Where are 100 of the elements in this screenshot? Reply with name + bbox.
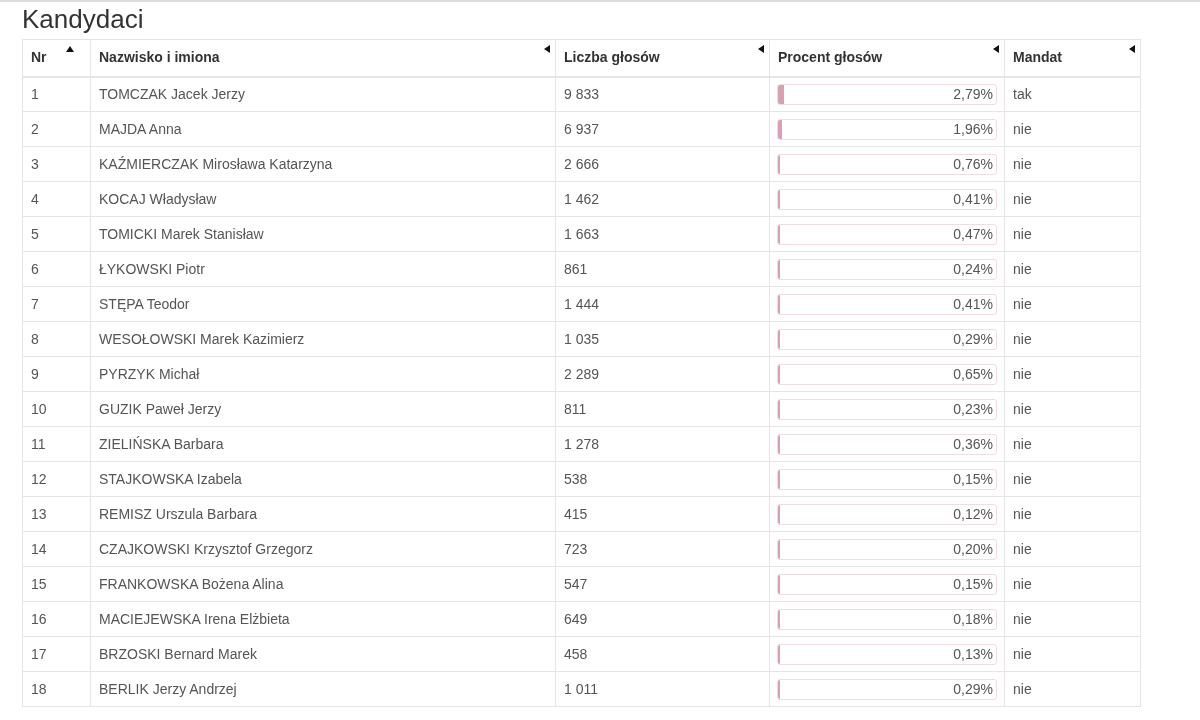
table-cell: tak <box>1004 76 1141 112</box>
table-cell: nie <box>1004 286 1141 322</box>
table-cell: 1 278 <box>555 426 770 462</box>
table-cell: WESOŁOWSKI Marek Kazimierz <box>90 321 556 357</box>
column-header[interactable]: Liczba głosów <box>555 39 770 77</box>
table-cell: 2 <box>22 111 91 147</box>
table-cell: 1 035 <box>555 321 770 357</box>
table-cell: STĘPA Teodor <box>90 286 556 322</box>
section-title: Kandydaci <box>22 4 144 34</box>
table-cell: 14 <box>22 531 91 567</box>
table-cell: 649 <box>555 601 770 637</box>
percent-value: 0,15% <box>953 574 993 594</box>
table-cell: 538 <box>555 461 770 497</box>
table-cell: nie <box>1004 251 1141 287</box>
table-cell: nie <box>1004 461 1141 497</box>
table-cell: TOMCZAK Jacek Jerzy <box>90 76 556 112</box>
table-cell: 1 663 <box>555 216 770 252</box>
table-cell: 2 666 <box>555 146 770 182</box>
table-cell: GUZIK Paweł Jerzy <box>90 391 556 427</box>
table-cell: nie <box>1004 216 1141 252</box>
table-cell: 5 <box>22 216 91 252</box>
sort-icon <box>1129 45 1135 53</box>
percent-value: 0,23% <box>953 399 993 419</box>
table-cell: 2 289 <box>555 356 770 392</box>
table-cell: CZAJKOWSKI Krzysztof Grzegorz <box>90 531 556 567</box>
table-cell: 1 <box>22 76 91 112</box>
percent-value: 0,65% <box>953 364 993 384</box>
table-cell: 16 <box>22 601 91 637</box>
table-cell: PYRZYK Michał <box>90 356 556 392</box>
table-cell: 3 <box>22 146 91 182</box>
table-cell: nie <box>1004 531 1141 567</box>
table-cell: 6 937 <box>555 111 770 147</box>
table-cell: 547 <box>555 566 770 602</box>
table-cell: ŁYKOWSKI Piotr <box>90 251 556 287</box>
percent-value: 0,41% <box>953 189 993 209</box>
column-header[interactable]: Procent głosów <box>769 39 1005 77</box>
table-cell: MAJDA Anna <box>90 111 556 147</box>
table-cell: 458 <box>555 636 770 672</box>
table-cell: 11 <box>22 426 91 462</box>
table-cell: 6 <box>22 251 91 287</box>
percent-value: 0,47% <box>953 224 993 244</box>
column-header[interactable]: Mandat <box>1004 39 1141 77</box>
table-cell: STAJKOWSKA Izabela <box>90 461 556 497</box>
percent-value: 0,13% <box>953 644 993 664</box>
table-cell: nie <box>1004 636 1141 672</box>
table-cell: nie <box>1004 111 1141 147</box>
table-cell: BRZOSKI Bernard Marek <box>90 636 556 672</box>
percent-value: 0,29% <box>953 679 993 699</box>
table-cell: 10 <box>22 391 91 427</box>
table-cell: 15 <box>22 566 91 602</box>
percent-value: 0,29% <box>953 329 993 349</box>
table-cell: 1 462 <box>555 181 770 217</box>
table-cell: 723 <box>555 531 770 567</box>
table-cell: nie <box>1004 601 1141 637</box>
table-cell: KOCAJ Władysław <box>90 181 556 217</box>
table-cell: 811 <box>555 391 770 427</box>
table-cell: 415 <box>555 496 770 532</box>
table-cell: ZIELIŃSKA Barbara <box>90 426 556 462</box>
sort-icon <box>758 45 764 53</box>
table-cell: 17 <box>22 636 91 672</box>
column-header[interactable]: Nr <box>22 39 91 77</box>
table-cell: TOMICKI Marek Stanisław <box>90 216 556 252</box>
table-cell: 9 833 <box>555 76 770 112</box>
table-cell: 18 <box>22 671 91 707</box>
table-cell: FRANKOWSKA Bożena Alina <box>90 566 556 602</box>
table-cell: 1 444 <box>555 286 770 322</box>
percent-value: 0,12% <box>953 504 993 524</box>
sort-ascending-icon <box>66 46 74 52</box>
table-cell: nie <box>1004 426 1141 462</box>
percent-value: 2,79% <box>953 84 993 104</box>
table-cell: MACIEJEWSKA Irena Elżbieta <box>90 601 556 637</box>
sort-icon <box>544 45 550 53</box>
percent-value: 0,41% <box>953 294 993 314</box>
table-cell: 12 <box>22 461 91 497</box>
table-cell: BERLIK Jerzy Andrzej <box>90 671 556 707</box>
percent-value: 0,15% <box>953 469 993 489</box>
percent-value: 0,18% <box>953 609 993 629</box>
table-cell: nie <box>1004 181 1141 217</box>
column-header[interactable]: Nazwisko i imiona <box>90 39 556 77</box>
sort-icon <box>993 45 999 53</box>
table-cell: nie <box>1004 391 1141 427</box>
table-cell: 7 <box>22 286 91 322</box>
table-cell: 9 <box>22 356 91 392</box>
percent-value: 0,36% <box>953 434 993 454</box>
table-cell: nie <box>1004 566 1141 602</box>
table-cell: nie <box>1004 321 1141 357</box>
percent-value: 0,20% <box>953 539 993 559</box>
percent-value: 0,76% <box>953 154 993 174</box>
table-cell: nie <box>1004 496 1141 532</box>
table-cell: REMISZ Urszula Barbara <box>90 496 556 532</box>
table-cell: 861 <box>555 251 770 287</box>
table-cell: nie <box>1004 146 1141 182</box>
table-cell: 8 <box>22 321 91 357</box>
table-cell: 1 011 <box>555 671 770 707</box>
percent-value: 1,96% <box>953 119 993 139</box>
table-cell: KAŹMIERCZAK Mirosława Katarzyna <box>90 146 556 182</box>
table-cell: 4 <box>22 181 91 217</box>
table-cell: nie <box>1004 356 1141 392</box>
percent-value: 0,24% <box>953 259 993 279</box>
table-cell: 13 <box>22 496 91 532</box>
